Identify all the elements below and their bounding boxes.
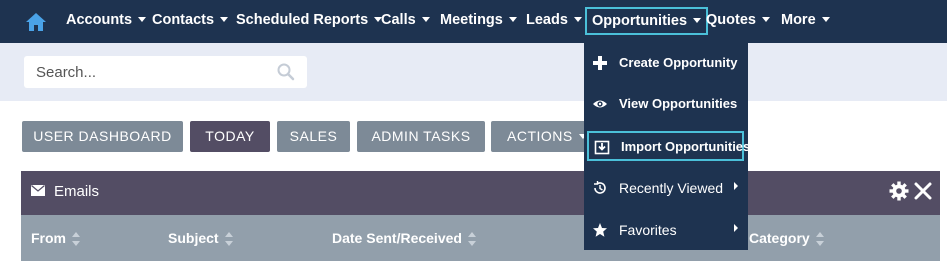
tab-label: TODAY <box>205 128 255 144</box>
menu-item-label: Import Opportunities <box>621 139 751 154</box>
menu-item-favorites[interactable]: Favorites <box>584 210 748 250</box>
close-icon[interactable] <box>913 181 933 201</box>
chevron-right-icon <box>734 182 738 190</box>
nav-item-meetings[interactable]: Meetings <box>440 0 517 41</box>
mail-icon <box>31 185 45 196</box>
nav-item-opportunities[interactable]: Opportunities <box>585 7 709 35</box>
menu-item-label: Favorites <box>619 222 677 238</box>
column-header-from[interactable]: From <box>31 230 80 246</box>
nav-item-calls[interactable]: Calls <box>381 0 430 41</box>
nav-item-label: Quotes <box>706 12 756 28</box>
caret-down-icon <box>220 17 229 22</box>
caret-down-icon <box>508 17 517 22</box>
dashlet-title: Emails <box>54 183 100 200</box>
search-icon[interactable] <box>276 62 296 82</box>
nav-item-accounts[interactable]: Accounts <box>66 0 147 41</box>
nav-item-label: Leads <box>526 12 568 28</box>
top-navigation: Accounts Contacts Scheduled Reports Call… <box>0 0 947 43</box>
import-icon <box>594 140 610 155</box>
menu-item-create-opportunity[interactable]: Create Opportunity <box>584 43 748 83</box>
nav-item-label: Accounts <box>66 12 133 28</box>
home-icon[interactable] <box>22 8 50 36</box>
sort-icon <box>467 232 476 246</box>
tab-label: ACTIONS <box>507 128 573 144</box>
nav-item-more[interactable]: More <box>781 0 830 41</box>
column-label: Category <box>749 230 810 246</box>
tab-label: USER DASHBOARD <box>33 128 172 144</box>
nav-item-scheduled-reports[interactable]: Scheduled Reports <box>236 0 383 41</box>
tab-label: SALES <box>289 128 338 144</box>
chevron-right-icon <box>734 224 738 232</box>
star-icon <box>593 223 607 237</box>
menu-item-label: Create Opportunity <box>619 55 738 70</box>
gear-icon[interactable] <box>889 181 909 201</box>
column-header-category[interactable]: Category <box>749 230 824 246</box>
tab-today[interactable]: TODAY <box>190 121 270 152</box>
nav-item-label: Scheduled Reports <box>236 12 369 28</box>
menu-item-view-opportunities[interactable]: View Opportunities <box>584 84 748 124</box>
column-label: From <box>31 230 66 246</box>
caret-down-icon <box>573 17 582 22</box>
menu-item-label: Recently Viewed <box>619 180 724 196</box>
nav-item-label: Calls <box>381 12 416 28</box>
plus-icon <box>593 56 607 70</box>
caret-down-icon <box>821 17 830 22</box>
sort-icon <box>224 232 233 246</box>
caret-down-icon <box>761 17 770 22</box>
nav-item-label: Opportunities <box>592 13 688 29</box>
menu-item-label: View Opportunities <box>619 96 738 111</box>
eye-icon <box>593 100 607 108</box>
tab-sales[interactable]: SALES <box>277 121 350 152</box>
nav-item-leads[interactable]: Leads <box>526 0 582 41</box>
history-icon <box>594 181 606 194</box>
caret-down-icon <box>138 17 147 22</box>
dashlet-header: Emails <box>21 171 940 215</box>
sort-icon <box>72 232 80 246</box>
menu-item-recently-viewed[interactable]: Recently Viewed <box>584 168 748 208</box>
column-header-subject[interactable]: Subject <box>168 230 233 246</box>
caret-down-icon <box>693 18 702 23</box>
column-label: Subject <box>168 230 219 246</box>
column-header-row: From Subject Date Sent/Received Category <box>21 215 940 261</box>
search-input[interactable] <box>36 62 266 82</box>
tab-label: ADMIN TASKS <box>371 128 471 144</box>
nav-item-quotes[interactable]: Quotes <box>706 0 770 41</box>
opportunities-dropdown-menu: Create Opportunity View Opportunities Im… <box>584 43 750 250</box>
column-label: Date Sent/Received <box>332 230 462 246</box>
tab-admin-tasks[interactable]: ADMIN TASKS <box>357 121 485 152</box>
nav-item-label: Contacts <box>152 12 215 28</box>
search-box <box>24 56 307 88</box>
column-header-date-sent-received[interactable]: Date Sent/Received <box>332 230 476 246</box>
tab-user-dashboard[interactable]: USER DASHBOARD <box>22 121 183 152</box>
nav-item-label: More <box>781 12 816 28</box>
menu-item-import-opportunities[interactable]: Import Opportunities <box>587 131 750 161</box>
nav-item-label: Meetings <box>440 12 503 28</box>
nav-item-contacts[interactable]: Contacts <box>152 0 229 41</box>
sort-icon <box>815 232 824 246</box>
caret-down-icon <box>421 17 430 22</box>
